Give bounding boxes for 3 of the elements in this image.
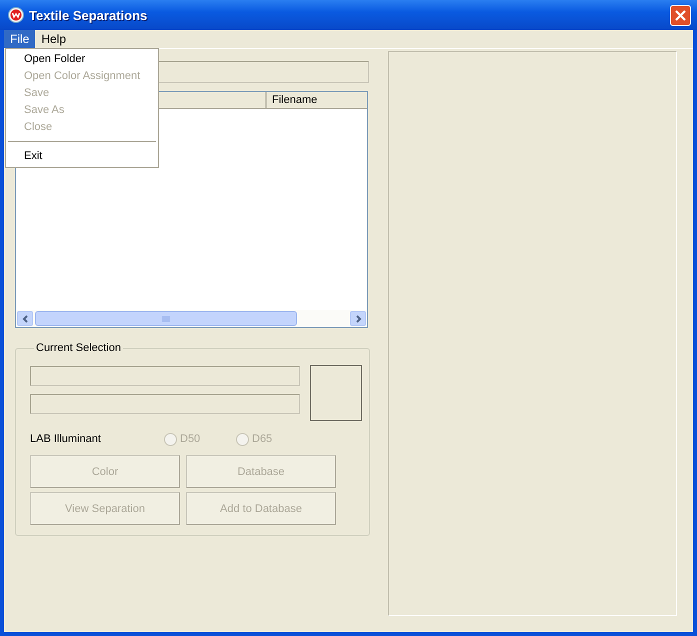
window-title: Textile Separations — [29, 8, 148, 22]
illuminant-label: LAB Illuminant — [30, 433, 102, 445]
group-title: Current Selection — [35, 342, 122, 354]
